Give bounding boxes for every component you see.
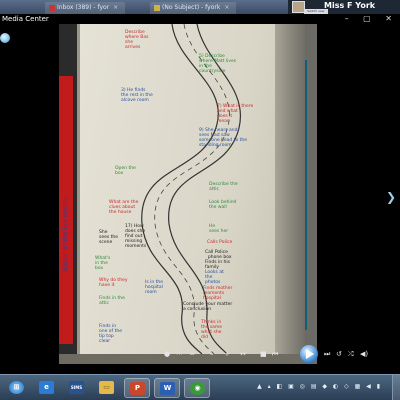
- note: Finds in one of the tip top clear: [99, 324, 122, 344]
- note: 9) She hears and sees Nad saw someone he…: [199, 128, 248, 148]
- repeat-icon[interactable]: ↺: [336, 350, 342, 358]
- window-controls[interactable]: – ▢ ✕: [345, 14, 398, 23]
- note: Finds mother moments hospital: [203, 286, 233, 301]
- taskbar-explorer[interactable]: ▭: [94, 378, 120, 398]
- note: 5) Describe where Matt lives in the coun…: [199, 54, 237, 74]
- start-button[interactable]: ⊞: [4, 378, 30, 398]
- system-tray[interactable]: ▲ ▴ ◧ ▣ ◎ ▤ ◆ ◐ ◇ ▦ ◀ ▮: [257, 383, 382, 390]
- note: Looks at the photos: [205, 270, 224, 285]
- playback-controls: ● ⋯ ═ – + ↔ ■ ⏮ ⏭ ↺ ⤮ ◀): [160, 344, 380, 364]
- user-name: Miss F York: [324, 1, 376, 10]
- vertical-board-label: Based on the key events: [62, 196, 69, 272]
- taskbar: ⊞ e SIMS ▭ P W ◉ ▲ ▴ ◧ ▣ ◎ ▤ ◆ ◐ ◇ ▦ ◀ ▮: [0, 374, 400, 400]
- note: He sees her: [209, 224, 229, 234]
- note: Finds in the attic: [99, 296, 125, 306]
- note: Why do they have it: [99, 278, 128, 288]
- sims-icon: SIMS: [69, 381, 84, 394]
- play-icon: [306, 349, 314, 359]
- next-photo-arrow-icon[interactable]: ❯: [386, 190, 396, 204]
- note: She sees the scene: [99, 230, 119, 245]
- gmail-icon: [49, 4, 55, 11]
- tab-inbox[interactable]: Inbox (389) - fyor ×: [45, 2, 125, 14]
- mail-icon: [154, 4, 160, 11]
- tab-no-subject[interactable]: (No Subject) - fyork ×: [150, 2, 236, 14]
- note: Conclude your matter a conclusion: [183, 302, 233, 312]
- media-center-icon: ◉: [190, 382, 205, 395]
- browser-tab-strip: Inbox (389) - fyor × (No Subject) - fyork…: [0, 0, 400, 14]
- details-icon[interactable]: ⋯: [176, 350, 183, 358]
- tab-close-icon[interactable]: ×: [113, 4, 118, 11]
- note: Calls Police: [207, 240, 233, 245]
- media-center-orb-icon[interactable]: [0, 33, 10, 43]
- note: Is in the hospital room: [145, 280, 164, 295]
- play-button[interactable]: [300, 345, 318, 363]
- note: What are the clues about the house: [109, 200, 139, 215]
- slideshow-dot-icon[interactable]: ●: [164, 350, 170, 358]
- window-title: Media Center: [2, 15, 49, 23]
- note: What's in the box: [95, 256, 111, 271]
- tab-no-subject-label: (No Subject) - fyork: [162, 4, 221, 11]
- note: 3) He finds the rest in the alcove room: [121, 88, 153, 103]
- zoom-in-icon[interactable]: +: [224, 350, 230, 358]
- taskbar-sims[interactable]: SIMS: [64, 378, 90, 398]
- show-desktop-button[interactable]: [392, 375, 400, 400]
- taskbar-powerpoint[interactable]: P: [124, 378, 150, 398]
- stop-icon[interactable]: ■: [260, 350, 267, 358]
- rotate-icon[interactable]: ↔: [240, 350, 246, 358]
- zoom-out-icon[interactable]: –: [210, 350, 214, 358]
- zoom-slider-icon[interactable]: ═: [190, 350, 194, 358]
- taskbar-word[interactable]: W: [154, 378, 180, 398]
- note: 17) How does she find out missing moment…: [125, 224, 147, 249]
- photo-viewer: Based on the key events Describe where B…: [59, 24, 317, 364]
- user-panel: Switch user Miss F York: [288, 0, 400, 14]
- previous-icon[interactable]: ⏮: [272, 350, 278, 358]
- word-icon: W: [160, 382, 175, 395]
- next-icon[interactable]: ⏭: [324, 350, 330, 358]
- tab-close-icon[interactable]: ×: [224, 4, 229, 11]
- note: Call Police phone box Finds in his famil…: [205, 250, 232, 270]
- note: Look behind the wall: [209, 200, 237, 210]
- folder-icon: ▭: [99, 381, 114, 394]
- taskbar-ie[interactable]: e: [34, 378, 60, 398]
- ie-icon: e: [39, 381, 54, 394]
- volume-icon[interactable]: ◀): [360, 350, 368, 358]
- note: 7) What is there and what does it mean: [217, 104, 254, 124]
- scroll-shadow: [275, 24, 305, 364]
- taskbar-media-center[interactable]: ◉: [184, 378, 210, 398]
- note: Thinks in the same what she did: [201, 320, 223, 340]
- note: Open the box: [115, 166, 136, 176]
- shuffle-icon[interactable]: ⤮: [348, 350, 354, 358]
- note: Describe where Bas she arrives: [125, 30, 149, 50]
- powerpoint-icon: P: [130, 382, 145, 395]
- note: Describe the attic: [209, 182, 238, 192]
- tab-inbox-label: Inbox (389) - fyor: [57, 4, 110, 11]
- start-orb-icon: ⊞: [9, 381, 24, 394]
